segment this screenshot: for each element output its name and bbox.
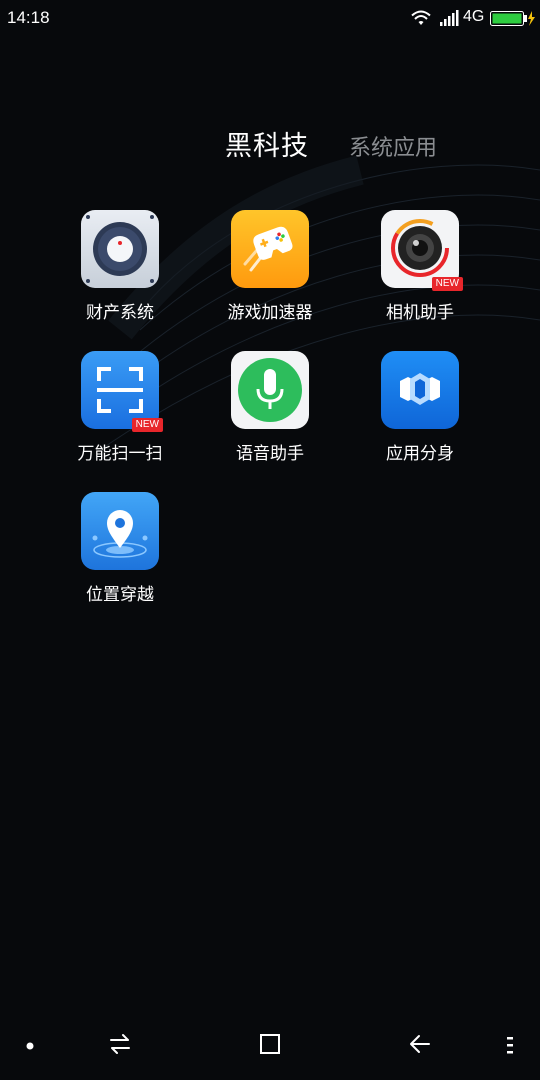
status-bar: 14:18 4G — [0, 0, 540, 36]
safe-icon — [81, 210, 159, 288]
app-camera-assistant[interactable]: NEW 相机助手 — [345, 210, 495, 340]
back-arrow-icon[interactable] — [408, 1032, 432, 1056]
wifi-icon — [411, 10, 431, 25]
home-square-icon[interactable] — [258, 1032, 282, 1056]
app-location-travel[interactable]: 位置穿越 — [45, 492, 195, 622]
app-universal-scan[interactable]: NEW 万能扫一扫 — [45, 351, 195, 481]
app-label: 语音助手 — [236, 444, 304, 464]
battery-charging-icon — [490, 11, 535, 26]
app-voice-assistant[interactable]: 语音助手 — [195, 351, 345, 481]
new-badge: NEW — [431, 277, 463, 291]
location-pin-icon — [81, 492, 159, 570]
app-label: 位置穿越 — [86, 585, 154, 605]
app-label: 相机助手 — [386, 303, 454, 323]
menu-icon[interactable] — [504, 1034, 516, 1056]
signal-icon — [440, 10, 459, 26]
app-label: 万能扫一扫 — [77, 444, 163, 464]
app-label: 游戏加速器 — [227, 303, 313, 323]
switch-icon[interactable] — [108, 1032, 132, 1056]
tab-black-tech[interactable]: 黑科技 — [225, 124, 309, 163]
dot-icon[interactable] — [24, 1040, 36, 1052]
app-label: 财产系统 — [86, 303, 154, 323]
app-clone[interactable]: 应用分身 — [345, 351, 495, 481]
category-tabs: 黑科技 系统应用 — [0, 124, 540, 164]
gamepad-icon — [231, 210, 309, 288]
new-badge: NEW — [131, 418, 163, 432]
app-property-system[interactable]: 财产系统 — [45, 210, 195, 340]
status-time: 14:18 — [7, 8, 50, 27]
app-clone-icon — [381, 351, 459, 429]
navigation-bar — [0, 1020, 540, 1080]
app-label: 应用分身 — [386, 444, 454, 464]
tab-system-apps[interactable]: 系统应用 — [349, 130, 437, 162]
microphone-icon — [231, 351, 309, 429]
app-game-accelerator[interactable]: 游戏加速器 — [195, 210, 345, 340]
network-type: 4G — [463, 8, 485, 25]
